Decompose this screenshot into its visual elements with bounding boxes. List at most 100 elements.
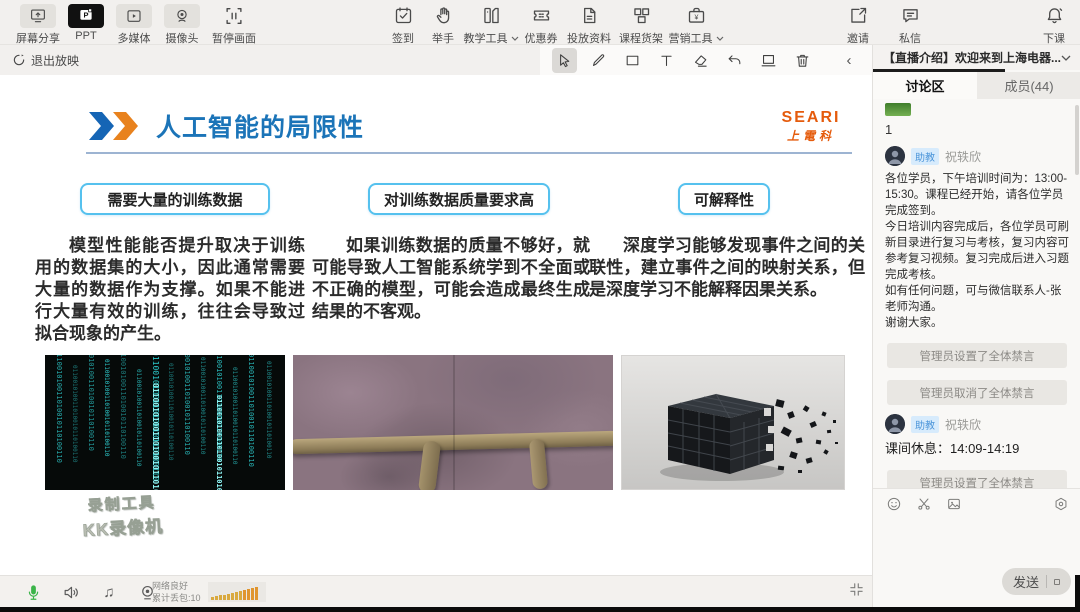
svg-text:P: P	[83, 10, 88, 19]
prev-page-button[interactable]: ‹	[838, 52, 860, 69]
check-in-icon	[393, 3, 414, 28]
live-intro-header[interactable]: 【直播介绍】欢迎来到上海电器...	[873, 45, 1080, 70]
system-message: 管理员设置了全体禁言	[887, 470, 1067, 488]
paragraph-data-quality: 如果训练数据的质量不够好，就可能导致人工智能系统学到不全面或不正确的模型，可能会…	[312, 236, 590, 321]
network-quality-bars	[208, 582, 266, 602]
recorder-watermark: 录制工具 KK录像机	[82, 494, 164, 541]
system-message: 管理员取消了全体禁言	[887, 380, 1067, 405]
select-tool[interactable]	[552, 47, 577, 73]
invite-button[interactable]: 邀请	[838, 3, 878, 46]
partial-sticker-image	[885, 103, 911, 116]
chat-message-list[interactable]: 1 助教 祝轶欣 各位学员，下午培训时间为：13:00-15:30。课程已经开始…	[873, 99, 1080, 488]
coupon-icon	[531, 3, 552, 28]
teaching-tools-button[interactable]: 教学工具	[463, 3, 519, 46]
slide-title: 人工智能的局限性	[156, 114, 365, 142]
check-in-button[interactable]: 签到	[383, 3, 423, 46]
chat-input-panel: 发送	[873, 488, 1080, 607]
undo-icon	[728, 54, 741, 64]
sender-name: 祝轶欣	[945, 149, 982, 164]
seari-logo: SEARI 上電科	[781, 109, 841, 143]
svg-text:011001010011010010110100110: 011001010011010010110100110	[151, 383, 160, 490]
whiteboard-icon	[761, 54, 776, 66]
end-class-group: 下课	[1034, 3, 1074, 46]
board-tool[interactable]	[756, 48, 781, 73]
image-binary-matrix: 011001010011010010110100110 011001010011…	[45, 355, 285, 490]
svg-text:011001010011010010110100110: 011001010011010010110100110	[87, 355, 95, 451]
chevron-down-icon	[511, 36, 518, 41]
svg-text:011001010011010010110100110: 011001010011010010110100110	[135, 369, 142, 467]
eraser-icon	[695, 54, 707, 67]
materials-button[interactable]: 投放资料	[563, 3, 615, 46]
chat-scrollbar[interactable]	[1075, 105, 1079, 175]
sender-name: 祝轶欣	[945, 417, 982, 432]
music-button[interactable]: ♫	[98, 581, 120, 603]
teaching-tools-icon	[481, 3, 502, 28]
pen-icon	[593, 53, 605, 66]
delete-tool[interactable]	[790, 48, 815, 73]
microphone-button[interactable]	[22, 581, 44, 603]
coupon-button[interactable]: 优惠券	[519, 3, 563, 46]
trash-icon	[796, 54, 809, 67]
marketing-tools-icon: ¥	[686, 3, 707, 28]
speaker-button[interactable]	[60, 581, 82, 603]
multimedia-button[interactable]: 多媒体	[110, 3, 158, 46]
presentation-toolbar: 退出放映 ‹ ›	[0, 45, 883, 75]
screen-share-icon	[20, 3, 56, 28]
pen-tool[interactable]	[586, 48, 611, 73]
raise-hand-icon	[433, 3, 454, 28]
paragraph-explainability: 深度学习能够发现事件之间的关联性，建立事件之间的映射关系，但是深度学习不能解释因…	[589, 236, 865, 299]
raise-hand-button[interactable]: 举手	[423, 3, 463, 46]
rectangle-tool[interactable]	[620, 48, 645, 73]
chat-message: 助教 祝轶欣 各位学员，下午培训时间为：13:00-15:30。课程已经开始，请…	[885, 146, 1069, 331]
course-shelf-icon	[631, 3, 652, 28]
marketing-tools-button[interactable]: ¥ 营销工具	[667, 3, 725, 46]
tab-discussion[interactable]: 讨论区	[873, 72, 977, 99]
sidebar-tabs: 讨论区 成员(44)	[873, 72, 1080, 99]
private-message-icon	[900, 3, 921, 28]
course-shelf-button[interactable]: 课程货架	[615, 3, 667, 46]
paragraph-training-data: 模型性能能否提升取决于训练用的数据集的大小，因此通常需要大量的数据作为支撑。如果…	[35, 236, 305, 343]
text-tool[interactable]	[654, 48, 679, 73]
ppt-button[interactable]: P PPT	[62, 3, 110, 42]
undo-tool[interactable]	[722, 48, 747, 73]
exit-presentation-button[interactable]: 退出放映	[12, 45, 79, 75]
compress-icon	[850, 583, 863, 596]
avatar	[885, 414, 905, 434]
pause-screen-button[interactable]: 暂停画面	[206, 3, 262, 46]
system-message: 管理员设置了全体禁言	[887, 343, 1067, 368]
class-tools-group: 签到 举手 教学工具 优惠券 投放资料 课程货架 ¥ 营销工具	[383, 3, 725, 46]
svg-text:011001010011010010110100110: 011001010011010010110100110	[265, 361, 272, 459]
image-upload-button[interactable]	[945, 495, 962, 512]
send-divider	[1046, 575, 1047, 588]
private-message-button[interactable]: 私信	[890, 3, 930, 46]
chat-message: 助教 祝轶欣 课间休息：14:09-14:19	[885, 414, 1069, 458]
screen-share-button[interactable]: 屏幕分享	[14, 3, 62, 46]
emoji-button[interactable]	[885, 495, 902, 512]
collapse-toolbar-button[interactable]	[848, 581, 865, 603]
double-chevron-icon	[89, 112, 138, 140]
camera-button[interactable]: 摄像头	[158, 3, 206, 46]
send-button[interactable]: 发送	[1001, 568, 1071, 595]
eraser-tool[interactable]	[688, 48, 713, 73]
image-shattering-cube	[621, 355, 845, 490]
avatar	[885, 146, 905, 166]
multimedia-icon	[116, 3, 152, 28]
materials-icon	[579, 3, 600, 28]
chat-settings-button[interactable]	[1052, 495, 1069, 512]
svg-text:011001010011010010110100110: 011001010011010010110100110	[215, 395, 223, 490]
svg-text:011001010011010010110100110: 011001010011010010110100110	[247, 355, 255, 467]
send-options-icon[interactable]	[1054, 578, 1060, 585]
svg-text:011001010011010010110100110: 011001010011010010110100110	[199, 357, 206, 455]
message-text: 各位学员，下午培训时间为：13:00-15:30。课程已经开始，请各位学员完成签…	[885, 173, 1069, 329]
message-text: 课间休息：14:09-14:19	[885, 441, 1020, 456]
ppt-slide: 人工智能的局限性 SEARI 上電科 需要大量的训练数据 对训练数据质量要求高 …	[0, 75, 872, 575]
screenshot-cut-button[interactable]	[915, 495, 932, 512]
end-class-button[interactable]: 下课	[1034, 3, 1074, 46]
window-corner-edge	[1075, 575, 1080, 612]
invite-icon	[848, 3, 869, 28]
top-toolbar: 屏幕分享 P PPT 多媒体 摄像头 暂停画面 签到 举手 教学工具 优惠券 投…	[0, 0, 1080, 45]
assistant-badge: 助教	[911, 415, 939, 433]
network-status: 网络良好 累计丢包:10	[152, 581, 201, 603]
tab-members[interactable]: 成员(44)	[977, 72, 1080, 99]
cursor-icon	[560, 53, 570, 67]
